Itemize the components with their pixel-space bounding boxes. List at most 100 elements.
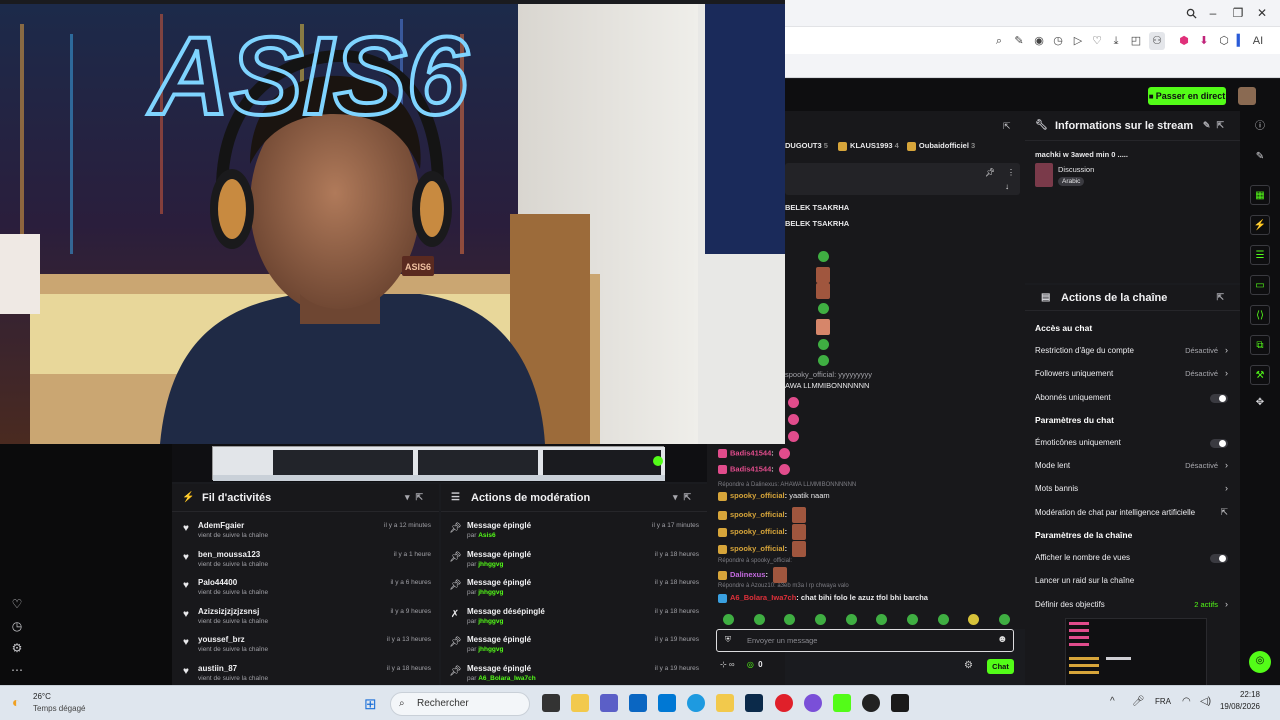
top-chatter[interactable]: KLAUS1993 4 (838, 141, 899, 151)
mod-by-user[interactable]: jhhggvg (478, 589, 503, 596)
kick-studio-icon[interactable] (891, 694, 909, 712)
mic-icon[interactable]: 🎤︎ (1132, 696, 1145, 707)
list-icon[interactable]: ☰ (1250, 245, 1270, 265)
windows-start-icon[interactable]: ⊞ (364, 695, 377, 713)
list-item[interactable]: ♥ AdemFgaier vient de suivre la chaîne i… (172, 516, 439, 545)
emotes-only-toggle[interactable] (1210, 438, 1228, 448)
wifi-icon[interactable]: ◠ (1182, 696, 1191, 707)
list-item[interactable]: ♥ youssef_brz vient de suivre la chaîne … (172, 630, 439, 659)
chat-message[interactable]: BELEK TSAKRHA (785, 219, 849, 228)
shield-ext-icon[interactable]: ⬢ (1177, 34, 1191, 48)
weather-icon[interactable]: ◐ (12, 694, 20, 710)
subscribers-only-row[interactable]: Abonnés uniquement (1025, 386, 1240, 409)
mail-icon[interactable] (658, 694, 676, 712)
list-item[interactable]: 📌︎ Message épinglé par A6_Bolara_Iwa7ch … (441, 659, 707, 688)
teams-icon[interactable] (600, 694, 618, 712)
edit-icon[interactable]: ✎ (1012, 34, 1026, 48)
palette-icon[interactable]: ✥ (1250, 393, 1270, 413)
go-live-button[interactable]: ■ Passer en direct (1148, 87, 1226, 105)
volume-icon[interactable]: ◁) (1200, 696, 1211, 707)
close-icon[interactable]: ✕ (1252, 4, 1272, 22)
chat-settings-gear-icon[interactable]: ⚙ (964, 660, 973, 671)
download-icon[interactable]: ⤓ (1109, 34, 1123, 48)
chat-message[interactable]: spooky_official: yaatik naam (718, 491, 830, 501)
chat-icon[interactable]: ▭ (1250, 275, 1270, 295)
weather-desc[interactable]: Temps dégagé (33, 704, 85, 713)
show-views-row[interactable]: Afficher le nombre de vues (1025, 546, 1240, 569)
list-item[interactable]: ♥ Azizsizjzjzjzsnsj vient de suivre la c… (172, 602, 439, 631)
explorer-icon[interactable] (571, 694, 589, 712)
emoji-icon[interactable]: ☻ (997, 634, 1008, 645)
folder-icon[interactable] (716, 694, 734, 712)
tray-chevron-icon[interactable]: ^ (1110, 696, 1115, 707)
banned-words-row[interactable]: Mots bannis › (1025, 477, 1240, 500)
emote-icon[interactable] (968, 614, 980, 625)
popout-icon[interactable]: ⇱ (1216, 292, 1230, 303)
chat-message[interactable]: spooky_official: (718, 524, 807, 540)
emote-icon[interactable] (784, 614, 796, 625)
mod-by-user[interactable]: A6_Bolara_Iwa7ch (478, 675, 535, 682)
list-item[interactable]: 📌︎ Message épinglé par jhhggvg il y a 18… (441, 573, 707, 602)
wrench-icon[interactable]: ⚒ (1250, 365, 1270, 385)
followers-only-row[interactable]: Followers uniquement Désactivé › (1025, 362, 1240, 385)
play-icon[interactable]: ▷ (1071, 34, 1085, 48)
clock-icon[interactable]: ◷ (9, 618, 25, 634)
code-icon[interactable]: ⟨⟩ (1250, 305, 1270, 325)
ai-moderation-row[interactable]: Modération de chat par intelligence arti… (1025, 501, 1240, 524)
more-icon[interactable]: ⋯ (9, 662, 25, 678)
points-value[interactable]: 0 (758, 660, 762, 669)
list-item[interactable]: 📌︎ Message épinglé par jhhggvg il y a 18… (441, 545, 707, 574)
pin-icon[interactable]: 📌︎ (985, 168, 995, 177)
emote-icon[interactable] (814, 614, 826, 625)
filter-popout-icons[interactable]: ▾⇱ (405, 492, 429, 503)
pencil-icon[interactable]: ✎ (1250, 147, 1270, 167)
heart-icon[interactable]: ♡ (1090, 34, 1104, 48)
task-view-icon[interactable] (542, 694, 560, 712)
subscribers-only-toggle[interactable] (1210, 393, 1228, 403)
info-icon[interactable]: ⓘ (1250, 117, 1270, 137)
gear-icon[interactable]: ⚙ (9, 640, 25, 656)
profile-icon[interactable]: ⚇ (1149, 32, 1165, 50)
kick-app-icon[interactable] (833, 694, 851, 712)
history-icon[interactable]: ◷ (1051, 34, 1065, 48)
list-item[interactable]: ♥ austiin_87 vient de suivre la chaîne i… (172, 659, 439, 688)
emote-icon[interactable] (753, 614, 765, 625)
stack-icon[interactable]: ⧉ (1250, 335, 1270, 355)
opera-icon[interactable] (775, 694, 793, 712)
minimize-icon[interactable]: – (1203, 4, 1223, 22)
ai-label[interactable]: AI (1245, 34, 1271, 48)
cube-ext-icon[interactable]: ⬡ (1217, 34, 1231, 48)
top-chatter[interactable]: DUGOUT3 5 (785, 141, 828, 150)
chat-message[interactable]: spooky_official: (718, 541, 807, 557)
show-views-toggle[interactable] (1210, 554, 1228, 564)
extensions-icon[interactable]: ◰ (1129, 34, 1143, 48)
emote-icon[interactable] (876, 614, 888, 625)
emote-icon[interactable] (906, 614, 918, 625)
chat-message[interactable]: BELEK TSAKRHA (785, 203, 849, 212)
zoom-icon[interactable]: ⌕ (992, 34, 1006, 48)
obs-icon[interactable] (862, 694, 880, 712)
mod-by-user[interactable]: jhhggvg (478, 561, 503, 568)
top-chatter[interactable]: Oubaidofficiel 3 (906, 141, 975, 151)
photoshop-icon[interactable] (745, 694, 763, 712)
chat-message[interactable]: Badis41544: (718, 464, 790, 475)
list-item[interactable]: ♥ Palo44400 vient de suivre la chaîne il… (172, 573, 439, 602)
chat-send-button[interactable]: Chat (987, 659, 1014, 674)
browser-search-icon[interactable] (1181, 4, 1201, 22)
chat-message[interactable]: spooky_official: yyyyyyyyy (785, 370, 872, 379)
slow-mode-row[interactable]: Mode lent Désactivé › (1025, 454, 1240, 477)
expand-down-icon[interactable]: ↓ (1005, 182, 1009, 191)
emote-icon[interactable] (937, 614, 949, 625)
weather-temp[interactable]: 26°C (33, 692, 51, 701)
restore-icon[interactable]: ❐ (1228, 4, 1248, 22)
teams-chat-icon[interactable] (629, 694, 647, 712)
pinned-message[interactable]: 📌︎ ⋮ ↓ (785, 163, 1020, 195)
emote-icon[interactable] (845, 614, 857, 625)
goals-row[interactable]: Définir des objectifs 2 actifs › (1025, 593, 1240, 616)
chat-message[interactable]: AWA LLMMIBONNNNNN (785, 381, 869, 390)
chat-message[interactable]: spooky_official: (718, 507, 807, 523)
list-item[interactable]: ✗ Message désépinglé par jhhggvg il y a … (441, 602, 707, 631)
edge-icon[interactable] (687, 694, 705, 712)
list-item[interactable]: 📌︎ Message épinglé par jhhggvg il y a 19… (441, 630, 707, 659)
avatar[interactable] (1238, 87, 1256, 105)
